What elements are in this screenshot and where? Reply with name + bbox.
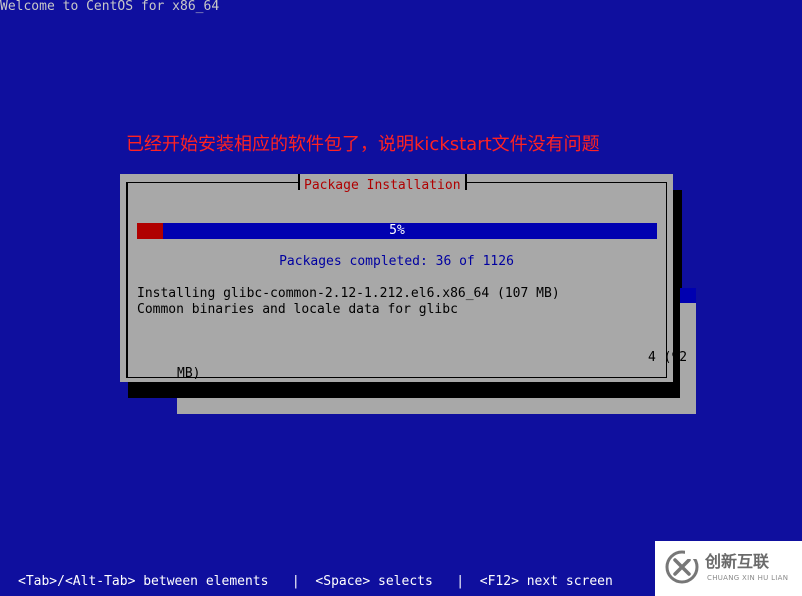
current-package: Installing glibc-common-2.12-1.212.el6.x…: [137, 286, 560, 301]
dialog-title: Package Installation: [304, 178, 461, 193]
watermark-brand-en: CHUANG XIN HU LIAN: [707, 574, 789, 582]
watermark-brand-cn: 创新互联: [705, 552, 770, 571]
openjdk-fragment: OpenJDK Runtime Environment: [177, 382, 389, 397]
annotation-text: 已经开始安装相应的软件包了，说明kickstart文件没有问题: [126, 134, 600, 155]
size-fragment: 4 (92: [648, 350, 688, 365]
watermark: 创新互联 CHUANG XIN HU LIAN: [655, 541, 802, 596]
dialog-frame: [126, 182, 667, 378]
footer-help: <Tab>/<Alt-Tab> between elements | <Spac…: [18, 574, 613, 589]
progress-bar: 5%: [137, 223, 657, 239]
dialog-title-box: Package Installation: [298, 174, 467, 193]
screen-title: Welcome to CentOS for x86_64: [0, 0, 220, 14]
packages-completed: Packages completed: 36 of 1126: [279, 254, 514, 269]
current-package-description: Common binaries and locale data for glib…: [137, 302, 458, 317]
progress-percent: 5%: [389, 223, 405, 238]
size-unit-fragment: MB): [177, 366, 201, 381]
stylized-x-logo-icon: [665, 550, 699, 584]
package-installation-dialog: Package Installation 5% Packages complet…: [120, 174, 673, 382]
